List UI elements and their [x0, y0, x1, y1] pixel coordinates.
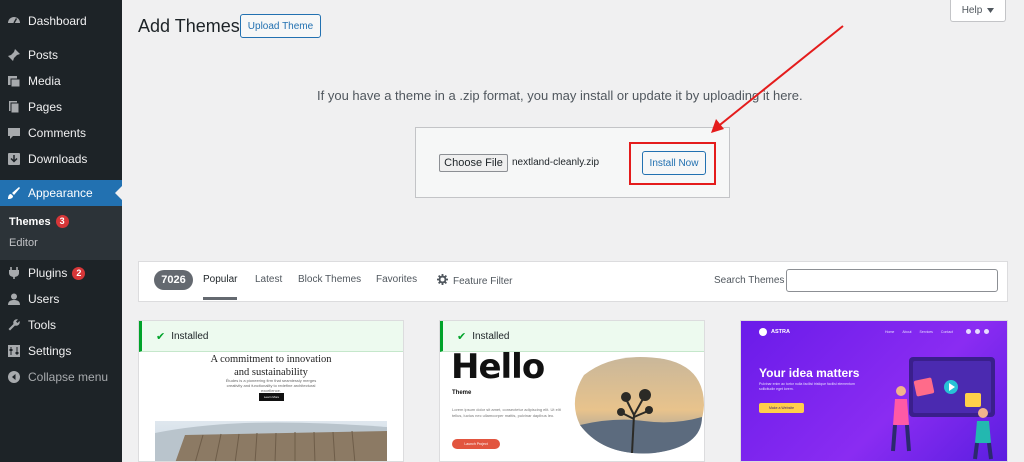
settings-icon [7, 344, 21, 358]
theme-card[interactable]: ✔ Installed A commitment to innovation a… [138, 320, 404, 462]
sidebar-item-label: Media [28, 74, 61, 88]
installed-label: Installed [171, 330, 209, 342]
theme-preview-nav: Home About Services Contact [885, 330, 953, 334]
theme-card[interactable]: ✔ Installed Hello Theme Lorem ipsum dolo… [439, 320, 705, 462]
wrench-icon [7, 318, 21, 332]
pages-icon [7, 100, 21, 114]
theme-card[interactable]: ASTRA Home About Services Contact Your i… [740, 320, 1008, 462]
sidebar-item-label: Posts [28, 48, 59, 62]
submenu-item-label: Themes [9, 215, 51, 228]
sidebar-item-label: Appearance [28, 186, 93, 200]
checkmark-icon: ✔ [156, 330, 166, 343]
annotation-arrow [711, 25, 844, 133]
sidebar-item-comments[interactable]: Comments [0, 120, 122, 146]
sidebar-item-plugins[interactable]: Plugins 2 [0, 260, 122, 286]
sidebar-item-label: Dashboard [28, 14, 87, 28]
tab-favorites[interactable]: Favorites [376, 274, 417, 285]
active-tab-indicator [203, 297, 237, 300]
sidebar-item-label: Pages [28, 100, 63, 114]
feature-filter-label: Feature Filter [453, 275, 513, 287]
plugin-icon [7, 266, 21, 280]
brush-icon [7, 186, 21, 200]
selected-file-name: nextland-cleanly.zip [512, 157, 600, 168]
help-label: Help [961, 5, 983, 16]
theme-preview-text: Lorem ipsum dolor sit amet, consectetur … [452, 407, 561, 418]
theme-preview-heading: Hello [451, 347, 545, 387]
facebook-icon [975, 329, 980, 334]
theme-preview-logo: ASTRA [759, 328, 790, 336]
sidebar-item-media[interactable]: Media [0, 68, 122, 94]
sidebar-item-pages[interactable]: Pages [0, 94, 122, 120]
download-icon [7, 152, 21, 166]
collapse-icon [7, 370, 21, 384]
gear-icon [437, 274, 448, 288]
theme-count-badge: 7026 [154, 270, 193, 290]
theme-preview-button: Launch Project [452, 439, 500, 449]
theme-preview-heading: A commitment to innovation and sustainab… [210, 354, 332, 378]
sidebar-item-label: Plugins [28, 266, 68, 280]
installed-notice: ✔ Installed [139, 321, 403, 352]
theme-preview-text: Pulvinar enim ac tortor nulla facilisi t… [759, 382, 855, 391]
sidebar-item-label: Comments [28, 126, 87, 140]
theme-preview-heading: Your idea matters [759, 366, 860, 380]
sidebar-item-label: Tools [28, 318, 57, 332]
feature-filter-button[interactable]: Feature Filter [437, 274, 512, 288]
annotation-highlight-box [629, 142, 716, 185]
installed-label: Installed [472, 330, 510, 342]
help-button[interactable]: Help [950, 0, 1006, 22]
theme-preview-subheading: Theme [452, 390, 472, 396]
pin-icon [7, 48, 21, 62]
theme-preview-logo-text: ASTRA [771, 329, 790, 335]
media-icon [7, 74, 21, 88]
submenu-item-label: Editor [9, 237, 38, 249]
upload-theme-button[interactable]: Upload Theme [240, 14, 321, 38]
sidebar-item-settings[interactable]: Settings [0, 338, 122, 364]
tab-popular[interactable]: Popular [203, 274, 237, 285]
preview-nav-item: Home [885, 330, 895, 334]
submenu-item-themes[interactable]: Themes 3 [9, 215, 69, 228]
dashboard-icon [7, 14, 21, 28]
sidebar-item-downloads[interactable]: Downloads [0, 146, 122, 172]
checkmark-icon: ✔ [457, 330, 467, 343]
users-icon [7, 292, 21, 306]
update-count-badge: 3 [55, 215, 69, 228]
sidebar-item-tools[interactable]: Tools [0, 312, 122, 338]
sidebar-item-label: Users [28, 292, 60, 306]
tab-latest[interactable]: Latest [255, 274, 282, 285]
search-themes-input[interactable] [786, 269, 998, 292]
sidebar-item-users[interactable]: Users [0, 286, 122, 312]
social-icons [966, 329, 989, 334]
preview-nav-item: Contact [940, 330, 953, 334]
preview-nav-item: About [902, 330, 912, 334]
theme-preview-illustration [891, 357, 995, 460]
admin-sidebar: Dashboard Posts Media Pages Comments Dow… [0, 0, 122, 462]
astra-logo-icon [759, 328, 767, 336]
theme-preview-image [574, 357, 704, 454]
page-title: Add Themes [138, 16, 240, 36]
theme-preview-text: Études is a pioneering firm that seamles… [225, 378, 317, 393]
sidebar-item-label: Settings [28, 344, 72, 358]
sidebar-item-label: Collapse menu [28, 370, 109, 384]
sidebar-item-label: Downloads [28, 152, 88, 166]
caret-down-icon [987, 5, 995, 16]
theme-preview-button: Make a Website [759, 403, 804, 413]
choose-file-button[interactable]: Choose File [439, 154, 508, 172]
theme-preview-button: Learn More [259, 393, 284, 401]
preview-nav-item: Services [919, 330, 933, 334]
search-themes-label: Search Themes [714, 275, 785, 286]
submenu-item-editor[interactable]: Editor [9, 237, 38, 249]
tab-block-themes[interactable]: Block Themes [298, 274, 361, 285]
collapse-menu-button[interactable]: Collapse menu [0, 364, 122, 390]
theme-preview-image [155, 421, 387, 461]
sidebar-item-posts[interactable]: Posts [0, 42, 122, 68]
update-count-badge: 2 [72, 266, 86, 280]
instagram-icon [966, 329, 971, 334]
appearance-submenu: Themes 3 Editor [0, 206, 122, 260]
comment-icon [7, 126, 21, 140]
twitter-icon [984, 329, 989, 334]
sidebar-item-appearance[interactable]: Appearance [0, 180, 122, 206]
sidebar-item-dashboard[interactable]: Dashboard [0, 8, 122, 34]
